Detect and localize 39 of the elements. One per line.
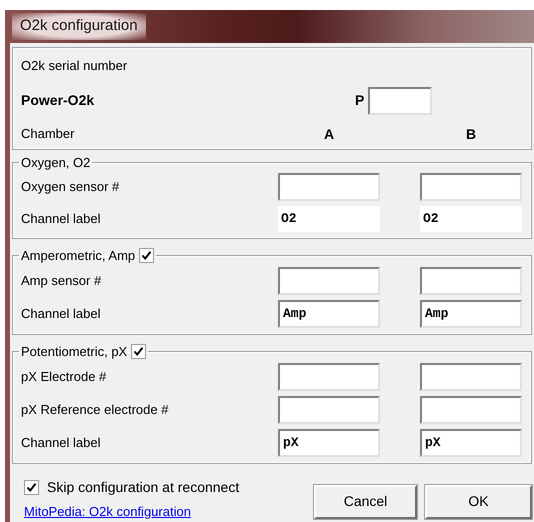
- column-header: B: [464, 124, 478, 144]
- input-field[interactable]: pX: [420, 428, 522, 456]
- field-label: Channel label: [21, 304, 102, 323]
- checkbox[interactable]: [24, 480, 39, 494]
- field-label: Channel label: [21, 434, 102, 452]
- field-label: Chamber: [21, 125, 76, 144]
- prefix-label: P: [355, 91, 364, 110]
- input-field[interactable]: Amp: [420, 300, 522, 328]
- model-label: Power-O2k: [21, 91, 96, 110]
- input-field[interactable]: Amp: [278, 300, 380, 328]
- input-field[interactable]: pX: [278, 428, 380, 456]
- channel-name: O2: [278, 206, 380, 232]
- checkbox[interactable]: [131, 344, 146, 358]
- dialog-button[interactable]: OK: [425, 484, 532, 518]
- input-field[interactable]: [278, 362, 380, 390]
- input-field[interactable]: [278, 266, 380, 294]
- input-field[interactable]: [278, 172, 380, 200]
- column-header: A: [322, 124, 336, 144]
- help-link[interactable]: MitoPedia: O2k configuration: [24, 502, 240, 521]
- window-title: O2k configuration: [12, 13, 146, 40]
- input-field[interactable]: [420, 396, 522, 424]
- field-label: Amp sensor #: [21, 272, 102, 290]
- checkbox-label: Skip configuration at reconnect: [47, 478, 240, 497]
- group-title: Potentiometric, pX: [21, 344, 128, 358]
- group-title: Oxygen, O2: [21, 156, 90, 168]
- dialog-button[interactable]: Cancel: [314, 484, 417, 518]
- input-field[interactable]: [420, 172, 522, 200]
- input-field[interactable]: [420, 362, 522, 390]
- field-label: pX Electrode #: [21, 368, 108, 386]
- input-field[interactable]: [368, 86, 432, 114]
- input-field[interactable]: [420, 266, 522, 294]
- field-label: Oxygen sensor #: [21, 178, 120, 196]
- field-label: Channel label: [21, 210, 102, 228]
- field-label: O2k serial number: [21, 57, 128, 75]
- channel-name: O2: [420, 206, 522, 232]
- input-field[interactable]: [278, 396, 380, 424]
- field-label: pX Reference electrode #: [21, 400, 170, 419]
- checkbox[interactable]: [139, 248, 154, 262]
- group-title: Amperometric, Amp: [21, 248, 136, 262]
